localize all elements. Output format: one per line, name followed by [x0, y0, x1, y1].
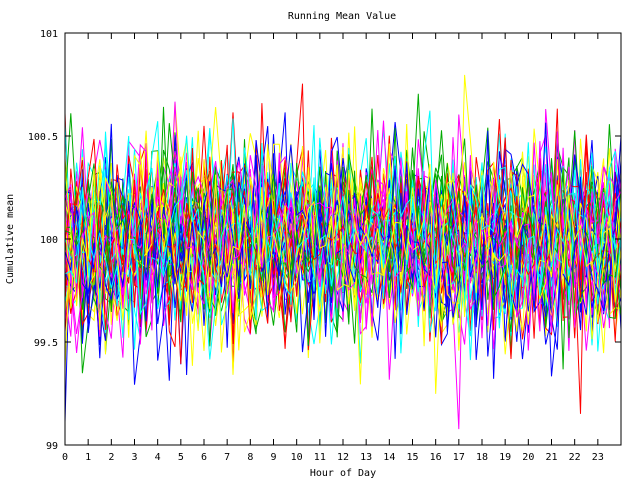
x-tick-label: 5	[178, 452, 184, 463]
series-group	[64, 74, 622, 430]
x-tick-label: 18	[476, 452, 488, 463]
y-tick-label: 100	[40, 235, 58, 246]
x-tick-label: 6	[201, 452, 207, 463]
y-tick-label: 99	[46, 441, 58, 452]
x-tick-label: 11	[314, 452, 326, 463]
x-tick-label: 3	[131, 452, 137, 463]
x-tick-label: 22	[569, 452, 581, 463]
x-tick-label: 0	[62, 452, 68, 463]
x-tick-label: 21	[545, 452, 557, 463]
y-tick-label: 99.5	[34, 338, 58, 349]
x-tick-label: 8	[247, 452, 253, 463]
x-tick-label: 12	[337, 452, 349, 463]
y-axis-label: Cumulative mean	[5, 194, 16, 284]
x-tick-label: 15	[406, 452, 418, 463]
x-tick-label: 23	[592, 452, 604, 463]
x-tick-label: 7	[224, 452, 230, 463]
chart-title: Running Mean Value	[288, 11, 396, 22]
x-tick-label: 20	[522, 452, 534, 463]
x-tick-label: 16	[430, 452, 442, 463]
x-tick-label: 2	[108, 452, 114, 463]
x-tick-label: 14	[383, 452, 395, 463]
x-tick-label: 19	[499, 452, 511, 463]
x-tick-label: 9	[270, 452, 276, 463]
x-tick-label: 4	[155, 452, 161, 463]
x-tick-label: 1	[85, 452, 91, 463]
x-tick-label: 10	[291, 452, 303, 463]
x-axis-label: Hour of Day	[310, 468, 376, 479]
x-tick-label: 17	[453, 452, 465, 463]
x-tick-label: 13	[360, 452, 372, 463]
y-tick-label: 101	[40, 29, 58, 40]
chart-svg: Running Mean Value Cumulative mean Hour …	[5, 11, 622, 479]
y-tick-label: 100.5	[28, 132, 58, 143]
